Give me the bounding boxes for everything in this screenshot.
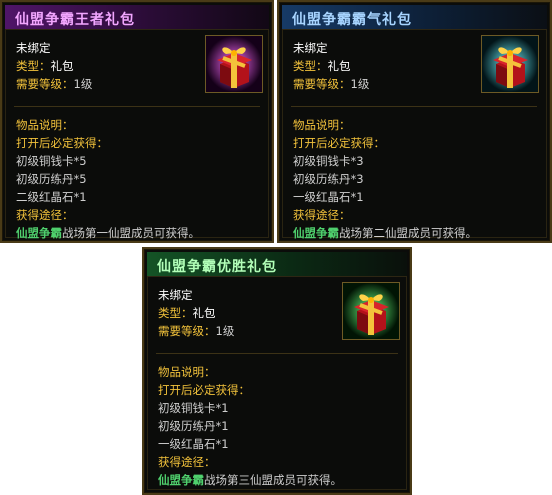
level-label: 需要等级：: [293, 77, 351, 91]
reward-item: 初级历练丹*5: [16, 172, 87, 186]
gift-box-icon: [481, 35, 539, 93]
open-header: 打开后必定获得：: [16, 136, 108, 150]
level-row: 需要等级：1级: [293, 76, 369, 92]
source-row: 仙盟争霸战场第一仙盟成员可获得。: [16, 225, 200, 241]
tooltip-card-king-gift: 仙盟争霸王者礼包 未绑定 类型：礼包 需要等级：1级 物品说明： 打开后必定获得…: [0, 0, 274, 243]
level-value: 1级: [73, 77, 93, 91]
source-highlight: 仙盟争霸: [16, 226, 62, 240]
tooltip-header: 仙盟争霸王者礼包: [5, 5, 269, 30]
tooltip-card-dominance-gift: 仙盟争霸霸气礼包 未绑定 类型：礼包 需要等级：1级 物品说明： 打开后必定获得…: [277, 0, 552, 243]
divider: [14, 106, 260, 107]
tooltip-title: 仙盟争霸王者礼包: [15, 12, 135, 28]
tooltip-title: 仙盟争霸霸气礼包: [292, 12, 412, 28]
source-label: 获得途径：: [16, 208, 74, 222]
type-value: 礼包: [50, 59, 74, 73]
open-header: 打开后必定获得：: [293, 136, 385, 150]
type-label: 类型：: [16, 59, 51, 73]
reward-item: 初级历练丹*3: [293, 172, 364, 186]
level-label: 需要等级：: [158, 324, 216, 338]
type-label: 类型：: [158, 306, 193, 320]
binding-status: 未绑定: [293, 41, 328, 55]
gift-box-icon: [342, 282, 400, 340]
divider: [291, 106, 537, 107]
source-row: 仙盟争霸战场第三仙盟成员可获得。: [158, 472, 342, 488]
reward-item: 初级铜钱卡*1: [158, 401, 229, 415]
open-header: 打开后必定获得：: [158, 383, 250, 397]
divider: [156, 353, 398, 354]
reward-item: 一级红晶石*1: [293, 190, 364, 204]
source-highlight: 仙盟争霸: [158, 473, 204, 487]
type-label: 类型：: [293, 59, 328, 73]
level-row: 需要等级：1级: [16, 76, 92, 92]
type-row: 类型：礼包: [16, 58, 74, 74]
source-label: 获得途径：: [158, 455, 216, 469]
reward-item: 初级铜钱卡*3: [293, 154, 364, 168]
reward-item: 初级铜钱卡*5: [16, 154, 87, 168]
level-value: 1级: [350, 77, 370, 91]
type-row: 类型：礼包: [158, 305, 216, 321]
source-text: 战场第二仙盟成员可获得。: [339, 226, 477, 240]
reward-item: 初级历练丹*1: [158, 419, 229, 433]
level-value: 1级: [215, 324, 235, 338]
source-highlight: 仙盟争霸: [293, 226, 339, 240]
source-text: 战场第三仙盟成员可获得。: [204, 473, 342, 487]
source-label: 获得途径：: [293, 208, 351, 222]
desc-header: 物品说明：: [158, 365, 216, 379]
type-value: 礼包: [327, 59, 351, 73]
reward-item: 一级红晶石*1: [158, 437, 229, 451]
source-row: 仙盟争霸战场第二仙盟成员可获得。: [293, 225, 477, 241]
type-value: 礼包: [192, 306, 216, 320]
reward-item: 二级红晶石*1: [16, 190, 87, 204]
level-label: 需要等级：: [16, 77, 74, 91]
desc-header: 物品说明：: [293, 118, 351, 132]
gift-box-icon: [205, 35, 263, 93]
level-row: 需要等级：1级: [158, 323, 234, 339]
tooltip-header: 仙盟争霸霸气礼包: [282, 5, 547, 30]
tooltip-header: 仙盟争霸优胜礼包: [147, 252, 407, 277]
binding-status: 未绑定: [16, 41, 51, 55]
type-row: 类型：礼包: [293, 58, 351, 74]
tooltip-card-victory-gift: 仙盟争霸优胜礼包 未绑定 类型：礼包 需要等级：1级 物品说明： 打开后必定获得…: [142, 247, 412, 495]
tooltip-title: 仙盟争霸优胜礼包: [157, 259, 277, 275]
source-text: 战场第一仙盟成员可获得。: [62, 226, 200, 240]
binding-status: 未绑定: [158, 288, 193, 302]
desc-header: 物品说明：: [16, 118, 74, 132]
